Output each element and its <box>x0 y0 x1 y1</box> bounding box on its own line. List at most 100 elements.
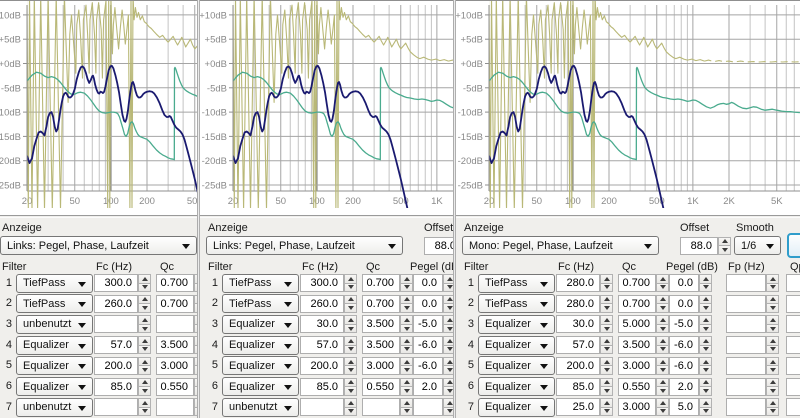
frequency-response-chart[interactable]: +10dB +5dB +0dB -5dB -10dB -15dB -20dB -25dB20 5… <box>456 1 800 215</box>
fc-spinner-down-button[interactable] <box>600 283 613 292</box>
fc-field[interactable] <box>300 336 344 355</box>
qc-field[interactable] <box>618 294 656 313</box>
fc-spinner-down-button[interactable] <box>138 304 151 313</box>
fc-field[interactable] <box>94 356 138 375</box>
qc-spinner-down-button[interactable] <box>400 324 413 334</box>
fc-spinner-down-button[interactable] <box>344 283 357 292</box>
qp-field[interactable] <box>786 294 800 313</box>
qc-field[interactable] <box>156 398 194 417</box>
qc-field[interactable] <box>362 294 400 313</box>
fc-field[interactable] <box>94 398 138 417</box>
qc-spinner-down-button[interactable] <box>656 387 669 396</box>
pegel-field[interactable] <box>413 315 443 334</box>
fc-spinner-down-button[interactable] <box>600 407 613 417</box>
filter-type-select[interactable]: unbenutzt <box>16 314 93 334</box>
fc-spinner-up-button[interactable] <box>344 377 357 387</box>
fc-spinner-down-button[interactable] <box>600 304 613 313</box>
qc-spinner-down-button[interactable] <box>656 324 669 334</box>
smooth-select[interactable]: 1/6 <box>734 236 781 255</box>
pegel-spinner-down-button[interactable] <box>699 324 712 334</box>
fc-spinner-down-button[interactable] <box>600 324 613 334</box>
fc-spinner-down-button[interactable] <box>138 324 151 334</box>
qc-spinner-up-button[interactable] <box>656 274 669 284</box>
pegel-spinner-down-button[interactable] <box>699 387 712 396</box>
pegel-field[interactable] <box>413 377 443 396</box>
fc-spinner-up-button[interactable] <box>138 294 151 305</box>
qc-field[interactable] <box>156 377 194 396</box>
qp-field[interactable] <box>786 274 800 292</box>
pegel-spinner-down-button[interactable] <box>443 387 453 396</box>
fc-field[interactable] <box>300 294 344 313</box>
pegel-field[interactable] <box>669 315 699 334</box>
filter-type-select[interactable]: Equalizer <box>478 314 555 334</box>
qc-spinner-up-button[interactable] <box>400 336 413 346</box>
pegel-spinner-down-button[interactable] <box>699 283 712 292</box>
qc-field[interactable] <box>156 274 194 292</box>
qc-field[interactable] <box>618 336 656 355</box>
qc-field[interactable] <box>156 356 194 375</box>
fc-field[interactable] <box>300 356 344 375</box>
qc-field[interactable] <box>156 336 194 355</box>
qc-spinner-down-button[interactable] <box>400 366 413 375</box>
fc-spinner-up-button[interactable] <box>600 336 613 346</box>
qc-spinner-up-button[interactable] <box>656 294 669 305</box>
pegel-spinner-up-button[interactable] <box>443 398 453 408</box>
fc-spinner-down-button[interactable] <box>344 366 357 375</box>
fp-spinner-down-button[interactable] <box>766 324 779 334</box>
pegel-spinner-down-button[interactable] <box>699 304 712 313</box>
qc-spinner-down-button[interactable] <box>400 345 413 355</box>
fc-spinner-down-button[interactable] <box>138 366 151 375</box>
pegel-field[interactable] <box>669 398 699 417</box>
qc-spinner-up-button[interactable] <box>400 294 413 305</box>
offset-field[interactable] <box>680 236 718 255</box>
qc-field[interactable] <box>156 294 194 313</box>
fc-field[interactable] <box>556 294 600 313</box>
fc-spinner-up-button[interactable] <box>138 398 151 408</box>
fp-spinner-down-button[interactable] <box>766 345 779 355</box>
display-select[interactable]: Mono: Pegel, Phase, Laufzeit <box>462 236 659 255</box>
qc-spinner-up-button[interactable] <box>400 315 413 325</box>
filter-type-select[interactable]: Equalizer <box>478 335 555 355</box>
filter-type-select[interactable]: Equalizer <box>222 356 299 376</box>
fp-spinner-up-button[interactable] <box>766 398 779 408</box>
fc-field[interactable] <box>556 336 600 355</box>
filter-type-select[interactable]: Equalizer <box>16 377 93 396</box>
pegel-spinner-up-button[interactable] <box>443 377 453 387</box>
qp-field[interactable] <box>786 398 800 417</box>
qc-spinner-down-button[interactable] <box>400 387 413 396</box>
fc-spinner-down-button[interactable] <box>138 407 151 417</box>
fp-spinner-up-button[interactable] <box>766 315 779 325</box>
pegel-field[interactable] <box>669 356 699 375</box>
qc-field[interactable] <box>618 315 656 334</box>
fc-spinner-up-button[interactable] <box>600 294 613 305</box>
fp-spinner-down-button[interactable] <box>766 366 779 375</box>
fc-spinner-down-button[interactable] <box>344 345 357 355</box>
offset-spinner-down-button[interactable] <box>718 246 731 255</box>
qc-field[interactable] <box>362 315 400 334</box>
offset-spinner-up-button[interactable] <box>718 236 731 246</box>
pegel-spinner-up-button[interactable] <box>443 356 453 367</box>
fc-field[interactable] <box>556 377 600 396</box>
qc-spinner-down-button[interactable] <box>400 407 413 417</box>
fp-spinner-down-button[interactable] <box>766 283 779 292</box>
filter-type-select[interactable]: unbenutzt <box>222 397 299 417</box>
offset-field[interactable] <box>424 236 453 255</box>
qc-spinner-up-button[interactable] <box>400 274 413 284</box>
pegel-field[interactable] <box>413 274 443 292</box>
fc-spinner-up-button[interactable] <box>138 356 151 367</box>
display-select[interactable]: Links: Pegel, Phase, Laufzeit <box>0 236 197 255</box>
qc-field[interactable] <box>362 336 400 355</box>
fc-spinner-up-button[interactable] <box>138 274 151 284</box>
fc-field[interactable] <box>300 274 344 292</box>
pegel-field[interactable] <box>413 398 443 417</box>
filter-type-select[interactable]: Equalizer <box>478 377 555 396</box>
qc-field[interactable] <box>156 315 194 334</box>
fp-field[interactable] <box>726 274 766 292</box>
pegel-spinner-down-button[interactable] <box>443 324 453 334</box>
qc-field[interactable] <box>618 377 656 396</box>
fc-spinner-down-button[interactable] <box>600 366 613 375</box>
qc-spinner-up-button[interactable] <box>656 398 669 408</box>
fp-spinner-down-button[interactable] <box>766 387 779 396</box>
pegel-spinner-up-button[interactable] <box>699 274 712 284</box>
qc-field[interactable] <box>362 377 400 396</box>
